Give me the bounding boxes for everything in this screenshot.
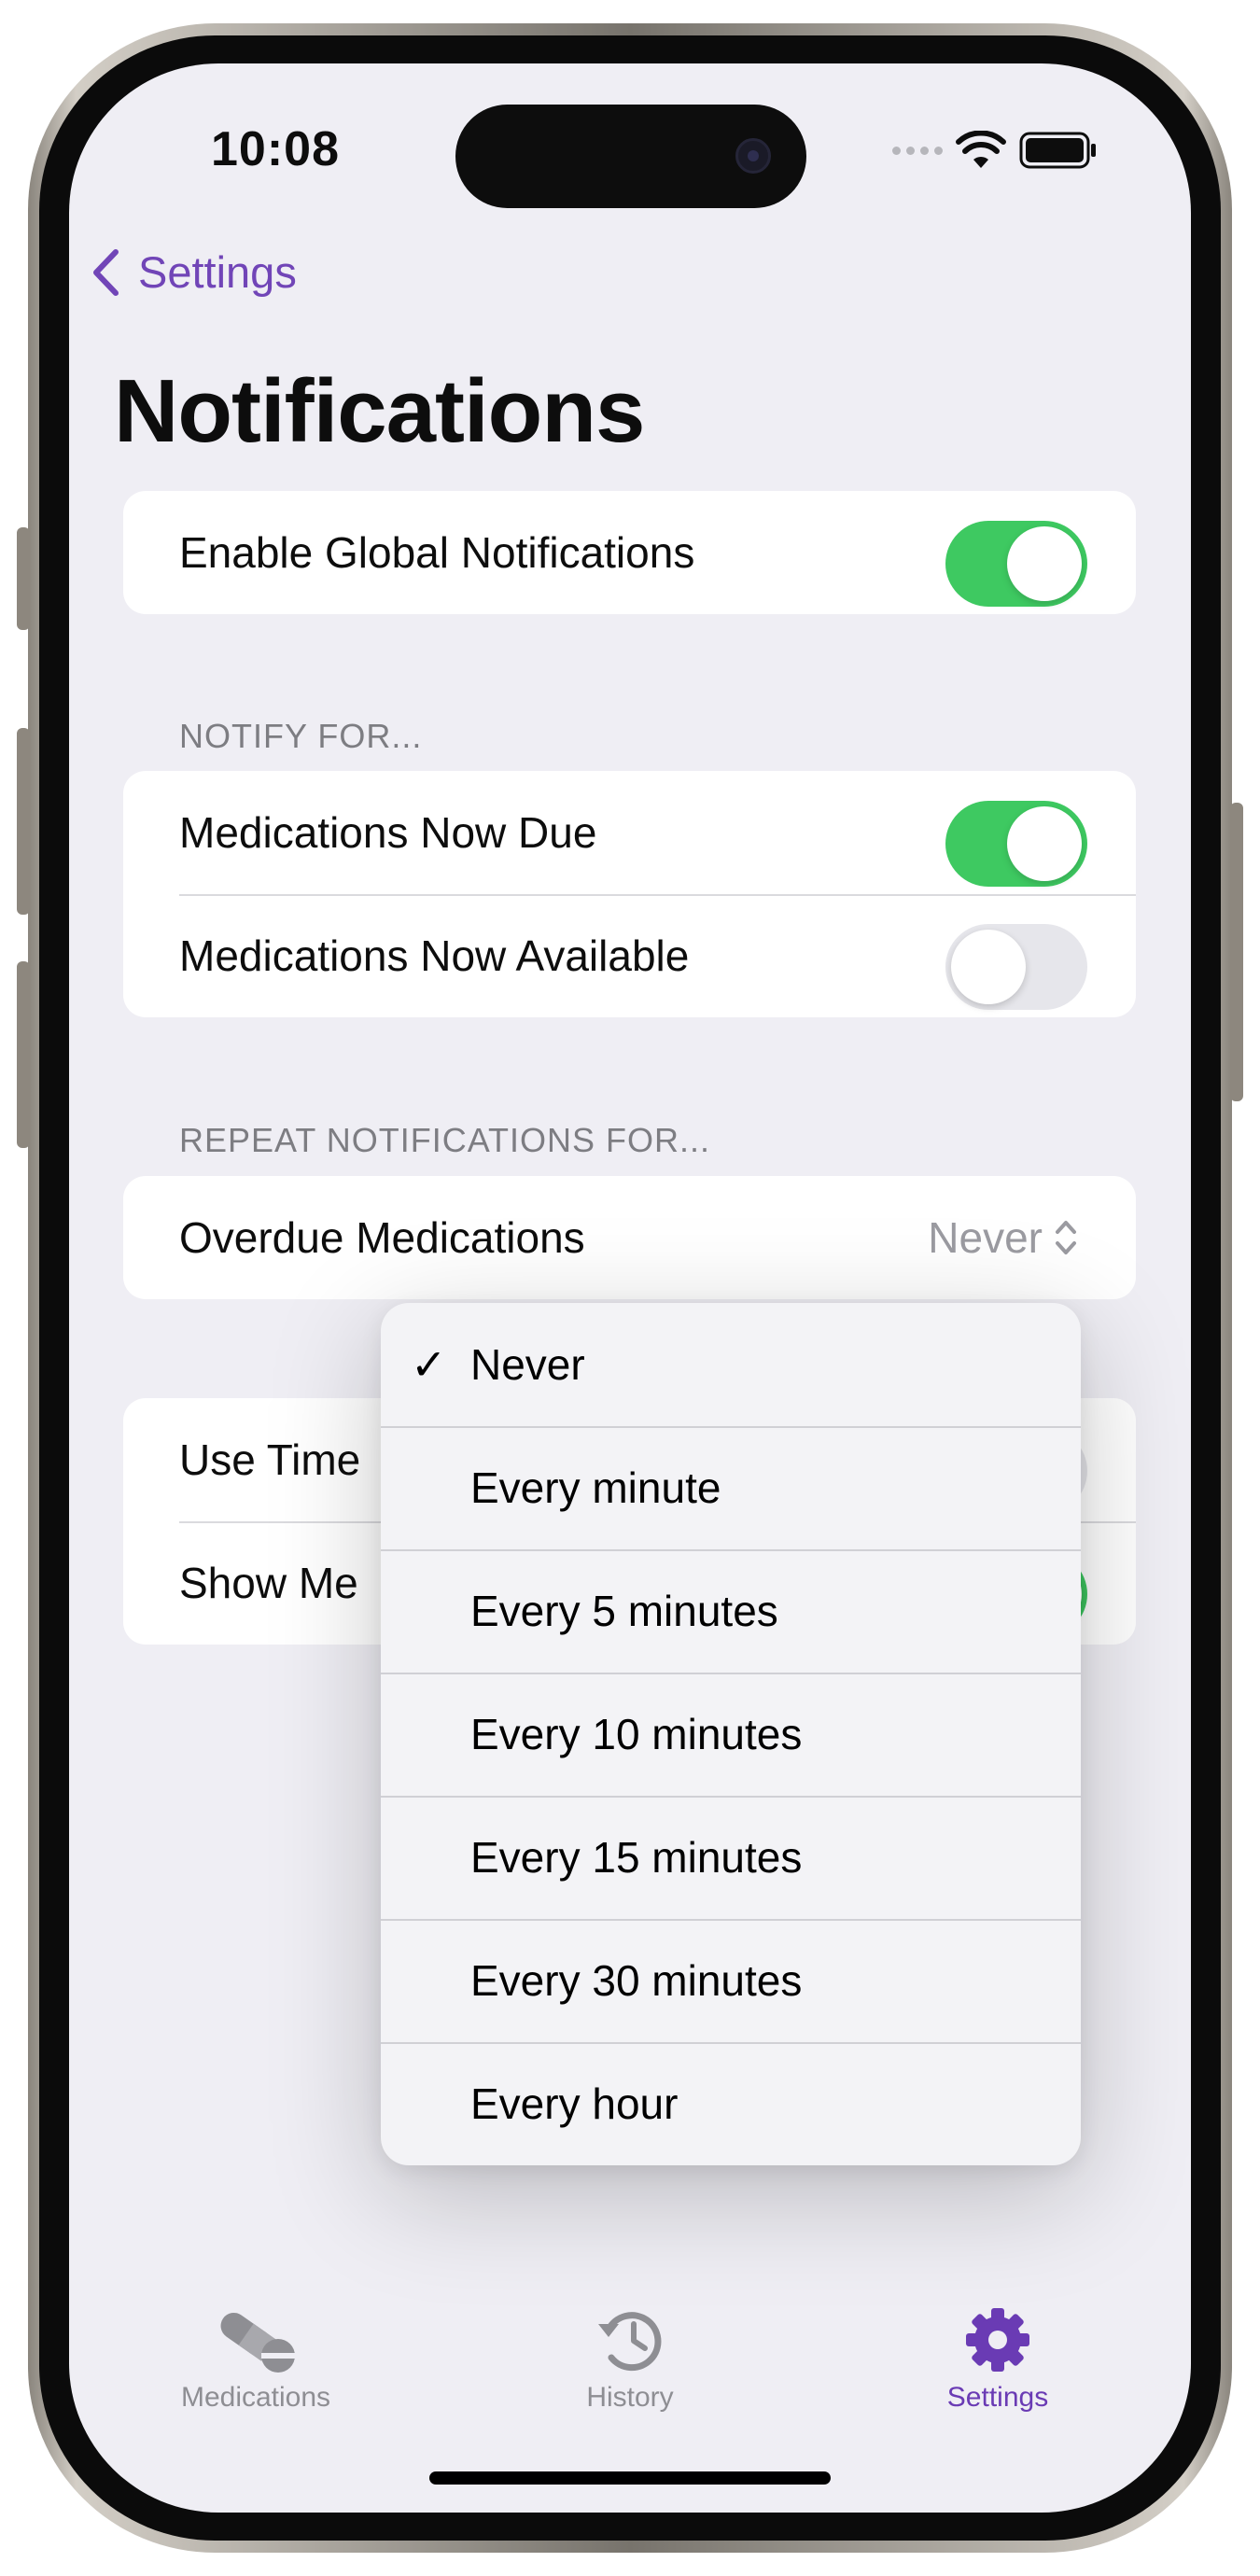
tab-medications[interactable]: Medications xyxy=(134,2305,377,2414)
menu-item-every-15-minutes[interactable]: Every 15 minutes xyxy=(381,1796,1081,1919)
home-indicator[interactable] xyxy=(429,2471,831,2485)
checkmark-icon: ✓ xyxy=(411,1340,447,1389)
menu-item-label: Every 15 minutes xyxy=(470,1833,803,1882)
menu-item-every-5-minutes[interactable]: Every 5 minutes xyxy=(381,1549,1081,1673)
menu-item-every-10-minutes[interactable]: Every 10 minutes xyxy=(381,1673,1081,1796)
menu-item-every-minute[interactable]: Every minute xyxy=(381,1426,1081,1549)
tab-medications-label: Medications xyxy=(180,2382,331,2413)
menu-item-label: Every minute xyxy=(470,1463,721,1512)
history-icon xyxy=(598,2312,662,2372)
pills-icon xyxy=(220,2312,295,2373)
menu-item-never[interactable]: ✓ Never xyxy=(381,1303,1081,1426)
menu-item-every-30-minutes[interactable]: Every 30 minutes xyxy=(381,1919,1081,2042)
menu-item-label: Every 30 minutes xyxy=(470,1956,803,2005)
menu-item-label: Every 5 minutes xyxy=(470,1587,778,1635)
menu-item-every-hour[interactable]: Every hour xyxy=(381,2042,1081,2165)
repeat-interval-menu: ✓ Never Every minute Every 5 minutes Eve… xyxy=(381,1303,1081,2165)
menu-item-label: Never xyxy=(470,1340,585,1389)
side-button-action xyxy=(17,527,30,630)
menu-item-label: Every hour xyxy=(470,2079,679,2128)
tab-settings[interactable]: Settings xyxy=(876,2305,1119,2414)
tab-history[interactable]: History xyxy=(509,2305,751,2414)
side-button-power xyxy=(1230,803,1243,1101)
gear-icon xyxy=(966,2308,1029,2372)
side-button-volume-down xyxy=(17,961,30,1148)
tab-settings-label: Settings xyxy=(946,2382,1049,2413)
tab-history-label: History xyxy=(586,2382,674,2413)
screen: 10:08 Settings Notifications Enable Glob… xyxy=(69,63,1191,2513)
side-button-volume-up xyxy=(17,728,30,915)
menu-item-label: Every 10 minutes xyxy=(470,1710,803,1758)
